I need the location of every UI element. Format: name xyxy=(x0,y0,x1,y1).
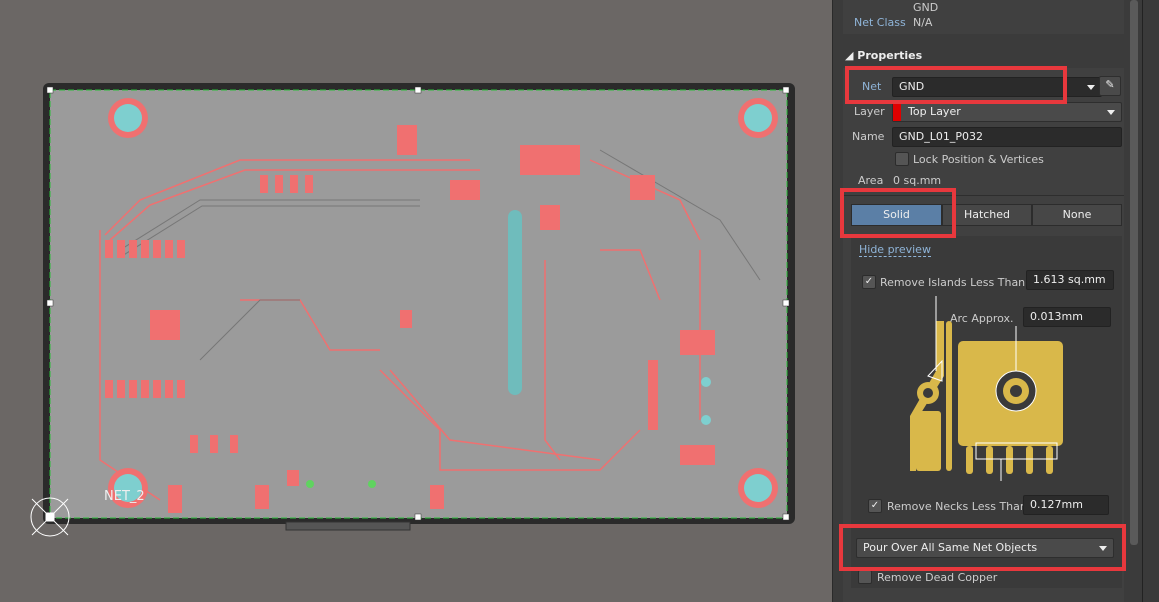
remove-islands-label: Remove Islands Less Than xyxy=(880,276,1026,289)
remove-dead-copper-checkbox[interactable] xyxy=(858,570,872,584)
check-icon: ✓ xyxy=(870,500,880,511)
highlight-pour-over xyxy=(839,524,1126,571)
pcb-board[interactable]: NET_2 xyxy=(0,0,832,602)
hide-preview-link[interactable]: Hide preview xyxy=(859,243,931,257)
area-value: 0 sq.mm xyxy=(893,174,942,187)
net-class-value: N/A xyxy=(913,16,933,29)
chevron-down-icon xyxy=(1107,110,1115,115)
via-hole xyxy=(701,377,711,387)
polygon-preview-illustration xyxy=(910,296,1063,481)
remove-dead-copper-label: Remove Dead Copper xyxy=(877,571,998,584)
via-green xyxy=(306,480,314,488)
layer-value: Top Layer xyxy=(908,105,961,118)
pcb-canvas[interactable]: NET_2 xyxy=(0,0,832,602)
lock-label: Lock Position & Vertices xyxy=(913,153,1044,166)
via-hole xyxy=(701,415,711,425)
remove-necks-value: 0.127mm xyxy=(1030,498,1083,511)
net-class-label: Net Class xyxy=(854,16,906,29)
layer-select[interactable]: Top Layer xyxy=(892,102,1122,122)
slot-cutout xyxy=(508,210,522,395)
fill-mode-none[interactable]: None xyxy=(1032,204,1122,226)
name-input[interactable]: GND_L01_P032 xyxy=(892,127,1122,147)
check-icon: ✓ xyxy=(864,276,874,287)
highlight-solid xyxy=(840,188,956,238)
designator-label: NET_2 xyxy=(104,489,145,504)
eyedropper-icon: ✎ xyxy=(1105,78,1115,91)
via-green xyxy=(368,480,376,488)
chevron-down-icon xyxy=(1087,85,1095,90)
panel-scrollbar[interactable] xyxy=(1130,0,1138,545)
net-value-cut: GND xyxy=(913,1,939,14)
layer-label: Layer xyxy=(854,105,885,118)
net-info-section: GND Net Class N/A xyxy=(843,0,1124,34)
remove-necks-input[interactable]: 0.127mm xyxy=(1023,495,1109,515)
area-label: Area xyxy=(858,174,884,187)
remove-necks-label: Remove Necks Less Than xyxy=(887,500,1027,513)
layer-color-swatch xyxy=(893,103,901,121)
highlight-net xyxy=(845,66,1067,104)
lock-checkbox[interactable] xyxy=(895,152,909,166)
properties-title: Properties xyxy=(857,49,923,62)
name-value: GND_L01_P032 xyxy=(899,130,983,143)
remove-islands-input[interactable]: 1.613 sq.mm xyxy=(1026,270,1114,290)
remove-islands-value: 1.613 sq.mm xyxy=(1033,273,1106,286)
pick-net-button[interactable]: ✎ xyxy=(1099,76,1121,96)
right-panel-strip xyxy=(1142,0,1159,602)
bottom-tab xyxy=(285,521,411,531)
remove-islands-checkbox[interactable]: ✓ xyxy=(862,275,876,289)
properties-panel: GND Net Class N/A ◢ Properties Net GND ✎… xyxy=(832,0,1142,602)
name-label: Name xyxy=(852,130,885,143)
remove-necks-checkbox[interactable]: ✓ xyxy=(868,499,882,513)
polygon-pour-region[interactable] xyxy=(49,89,788,519)
properties-header[interactable]: ◢ Properties xyxy=(845,49,922,62)
